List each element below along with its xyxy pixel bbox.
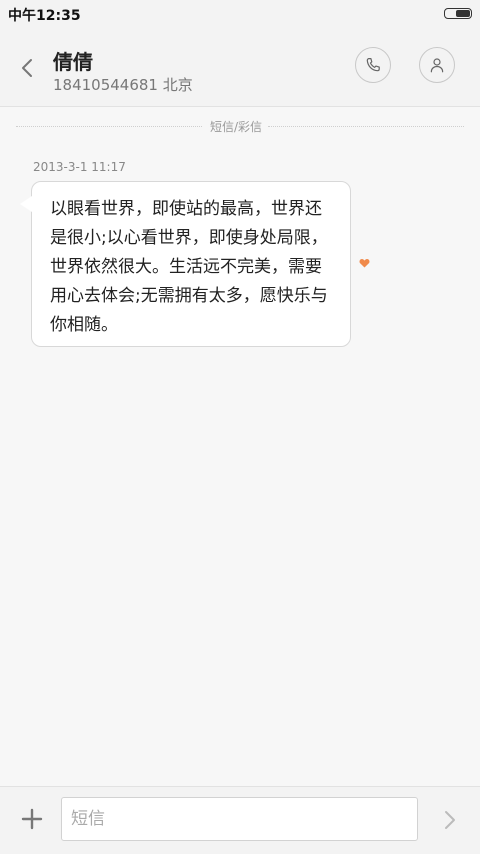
contact-name: 倩倩 xyxy=(53,50,93,74)
status-time: 中午12:35 xyxy=(8,8,81,24)
sms-mms-divider: 短信/彩信 xyxy=(16,118,464,136)
battery-icon xyxy=(444,8,472,19)
compose-bar xyxy=(0,786,480,854)
message-input[interactable] xyxy=(61,797,418,841)
message-bubble[interactable]: 以眼看世界，即使站的最高，世界还是很小;以心看世界，即使身处局限，世界依然很大。… xyxy=(31,181,351,347)
status-bar: 中午12:35 xyxy=(0,0,480,28)
divider-line xyxy=(268,126,464,127)
message-timestamp: 2013-3-1 11:17 xyxy=(33,160,126,174)
heart-icon[interactable] xyxy=(359,258,370,268)
battery-level xyxy=(456,10,470,17)
contact-number-location: 18410544681 北京 xyxy=(53,76,193,94)
message-text: 以眼看世界，即使站的最高，世界还是很小;以心看世界，即使身处局限，世界依然很大。… xyxy=(50,199,328,335)
contact-info-button[interactable] xyxy=(419,47,455,83)
conversation-header: 倩倩 18410544681 北京 xyxy=(0,28,480,107)
divider-line xyxy=(16,126,202,127)
chevron-left-icon[interactable] xyxy=(16,56,40,80)
call-button[interactable] xyxy=(355,47,391,83)
bubble-tail xyxy=(20,196,32,212)
person-icon xyxy=(430,58,444,73)
chevron-right-icon[interactable] xyxy=(440,809,460,831)
plus-icon[interactable] xyxy=(21,808,43,830)
phone-icon xyxy=(366,58,380,72)
divider-label: 短信/彩信 xyxy=(210,120,263,134)
